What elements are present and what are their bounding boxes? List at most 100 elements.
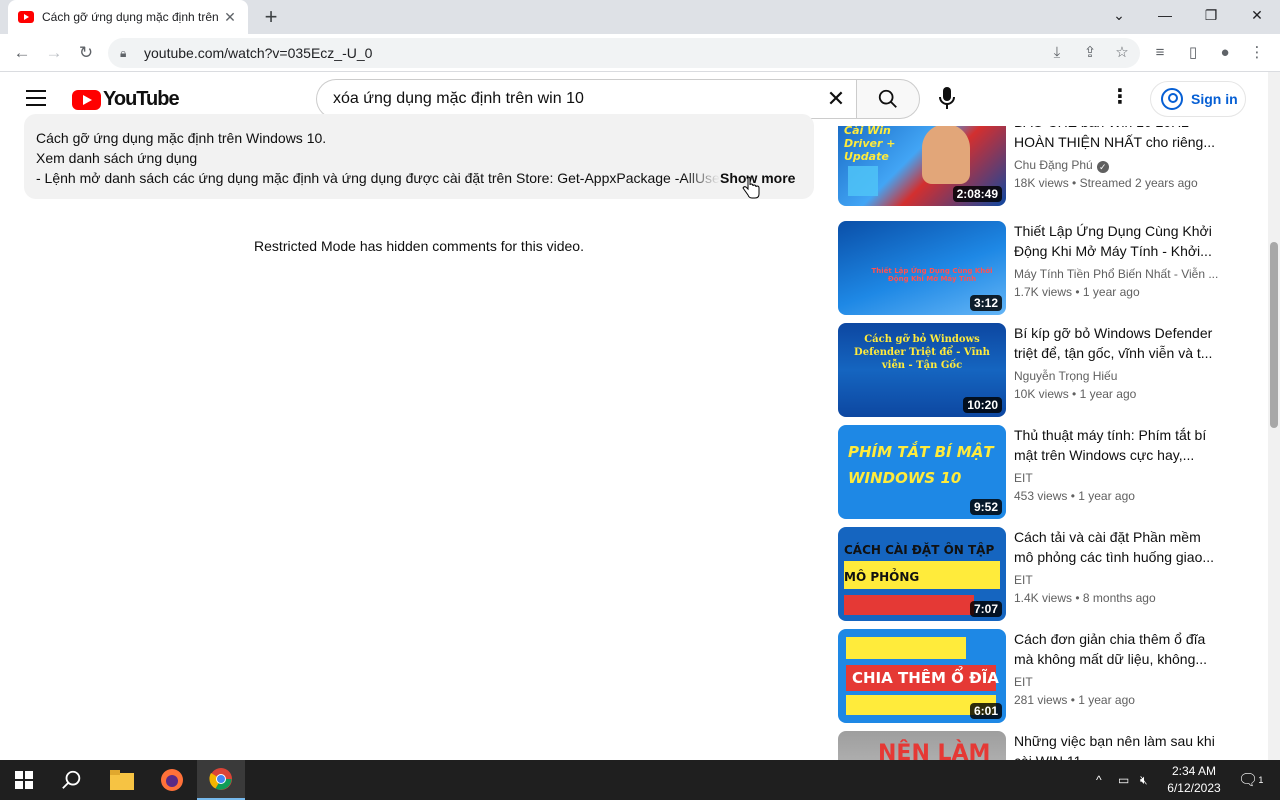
video-stats: 18K views • Streamed 2 years ago bbox=[1014, 176, 1198, 190]
video-description[interactable]: Cách gỡ ứng dụng mặc định trên Windows 1… bbox=[24, 114, 814, 199]
reload-button[interactable]: ↻ bbox=[72, 39, 100, 67]
share-icon[interactable]: ⇪ bbox=[1077, 40, 1103, 66]
description-line: Cách gỡ ứng dụng mặc định trên Windows 1… bbox=[36, 130, 327, 146]
system-clock[interactable]: 2:34 AM 6/12/2023 bbox=[1156, 763, 1232, 797]
close-window-button[interactable]: ✕ bbox=[1234, 0, 1280, 30]
related-video[interactable]: PHÍM TẮT BÍ MẬT WINDOWS 10 9:52 Thủ thuậ… bbox=[838, 425, 1218, 519]
forward-button[interactable]: → bbox=[40, 39, 68, 67]
related-video[interactable]: CHIA THÊM Ổ ĐĨA 6:01 Cách đơn giản chia … bbox=[838, 629, 1218, 723]
channel-name[interactable]: Nguyễn Trọng Hiếu bbox=[1014, 367, 1218, 385]
youtube-logo[interactable]: YouTube bbox=[72, 88, 180, 111]
video-thumbnail[interactable]: Thiết Lập Ứng Dụng Cùng Khởi Động Khi Mở… bbox=[838, 221, 1006, 315]
side-panel-icon[interactable]: ▯ bbox=[1180, 40, 1206, 66]
search-icon bbox=[62, 770, 81, 789]
browser-menu-icon[interactable]: ⋮ bbox=[1244, 40, 1270, 66]
related-video[interactable]: NÊN LÀM Những việc bạn nên làm sau khi c… bbox=[838, 731, 1218, 760]
video-thumbnail[interactable]: CHIA THÊM Ổ ĐĨA 6:01 bbox=[838, 629, 1006, 723]
browser-tab[interactable]: Cách gỡ ứng dụng mặc định trên ✕ bbox=[8, 0, 248, 34]
minimize-button[interactable]: — bbox=[1142, 0, 1188, 30]
video-meta: Cách tải và cài đặt Phần mềm mô phỏng cá… bbox=[1014, 527, 1218, 607]
tab-search-icon[interactable]: ⌄ bbox=[1096, 0, 1142, 30]
video-title[interactable]: Thủ thuật máy tính: Phím tắt bí mật trên… bbox=[1014, 425, 1218, 465]
search-bar: xóa ứng dụng mặc định trên win 10 ✕ bbox=[316, 79, 920, 119]
view-count: 18K views bbox=[1014, 176, 1069, 190]
video-title[interactable]: Những việc bạn nên làm sau khi cài WIN 1… bbox=[1014, 731, 1218, 760]
file-explorer-button[interactable] bbox=[98, 760, 146, 800]
notification-center-icon[interactable]: 🗨︎ 1 bbox=[1238, 760, 1263, 800]
chrome-button[interactable] bbox=[197, 760, 245, 800]
browser-toolbar: ← → ↻ 🔒︎ youtube.com/watch?v=035Ecz_-U_0… bbox=[0, 34, 1280, 72]
channel-name-text: Chu Đặng Phú bbox=[1014, 158, 1093, 172]
thumbnail-text: CÁCH CÀI ĐẶT ÔN TẬP MÔ PHỎNG bbox=[844, 543, 995, 584]
notification-count: 1 bbox=[1258, 775, 1264, 785]
sign-in-button[interactable]: Sign in bbox=[1150, 81, 1246, 117]
youtube-favicon-icon bbox=[18, 11, 34, 23]
video-thumbnail[interactable]: Cài Win Driver + Update 2:08:49 bbox=[838, 126, 1006, 206]
address-bar[interactable]: 🔒︎ youtube.com/watch?v=035Ecz_-U_0 bbox=[108, 38, 1140, 68]
channel-name[interactable]: EIT bbox=[1014, 571, 1218, 589]
search-input[interactable]: xóa ứng dụng mặc định trên win 10 ✕ bbox=[316, 79, 856, 119]
video-meta: Thủ thuật máy tính: Phím tắt bí mật trên… bbox=[1014, 425, 1218, 505]
related-video[interactable]: Thiết Lập Ứng Dụng Cùng Khởi Động Khi Mở… bbox=[838, 221, 1218, 315]
thumbnail-text: NÊN LÀM bbox=[878, 741, 991, 760]
tab-title: Cách gỡ ứng dụng mặc định trên bbox=[42, 10, 219, 24]
related-videos: Cài Win Driver + Update 2:08:49 BÁO CHẾ … bbox=[838, 126, 1218, 760]
bookmark-star-icon[interactable]: ☆ bbox=[1109, 40, 1135, 66]
description-fade bbox=[684, 168, 720, 188]
firefox-icon bbox=[161, 769, 183, 791]
url-text: youtube.com/watch?v=035Ecz_-U_0 bbox=[144, 45, 373, 61]
menu-icon[interactable] bbox=[26, 90, 46, 106]
video-duration: 7:07 bbox=[969, 601, 1002, 617]
thumbnail-text: CHIA THÊM Ổ ĐĨA bbox=[852, 669, 999, 687]
new-tab-button[interactable]: + bbox=[258, 4, 284, 30]
thumbnail-text: Cài Win Driver + Update bbox=[844, 126, 896, 163]
video-title[interactable]: Cách đơn giản chia thêm ổ đĩa mà không m… bbox=[1014, 629, 1218, 669]
presenter-face bbox=[922, 126, 970, 184]
network-icon[interactable]: ▭ bbox=[1118, 760, 1129, 800]
video-stats: 453 views • 1 year ago bbox=[1014, 489, 1135, 503]
show-hidden-icons[interactable]: ^ bbox=[1096, 760, 1102, 800]
related-video[interactable]: Cách gỡ bỏ Windows Defender Triệt để - V… bbox=[838, 323, 1218, 417]
thumbnail-text: Thiết Lập Ứng Dụng Cùng Khởi Động Khi Mở… bbox=[871, 267, 993, 283]
video-title[interactable]: BÁO CHẾ bản Win 10 20H2 HOÀN THIỆN NHẤT … bbox=[1014, 126, 1218, 152]
settings-more-icon[interactable]: ⋮ bbox=[1108, 86, 1132, 110]
firefox-button[interactable] bbox=[148, 760, 196, 800]
windows-taskbar: ^ ▭ 🔇︎ 2:34 AM 6/12/2023 🗨︎ 1 bbox=[0, 760, 1280, 800]
youtube-play-icon bbox=[72, 89, 101, 110]
install-app-icon[interactable]: ⤓ bbox=[1044, 40, 1070, 66]
scrollbar-thumb[interactable] bbox=[1270, 242, 1278, 428]
clock-date: 6/12/2023 bbox=[1167, 781, 1221, 795]
channel-name[interactable]: EIT bbox=[1014, 469, 1218, 487]
video-title[interactable]: Thiết Lập Ứng Dụng Cùng Khởi Động Khi Mở… bbox=[1014, 221, 1218, 261]
video-title[interactable]: Bí kíp gỡ bỏ Windows Defender triệt để, … bbox=[1014, 323, 1218, 363]
search-button[interactable] bbox=[856, 79, 920, 119]
channel-name[interactable]: Chu Đặng Phú ✓ bbox=[1014, 156, 1218, 174]
volume-muted-icon[interactable]: 🔇︎ bbox=[1140, 760, 1148, 800]
related-video[interactable]: CÁCH CÀI ĐẶT ÔN TẬP MÔ PHỎNG 7:07 Cách t… bbox=[838, 527, 1218, 621]
video-stats: 281 views • 1 year ago bbox=[1014, 693, 1135, 707]
video-thumbnail[interactable]: NÊN LÀM bbox=[838, 731, 1006, 760]
video-title[interactable]: Cách tải và cài đặt Phần mềm mô phỏng cá… bbox=[1014, 527, 1218, 567]
channel-name[interactable]: Máy Tính Tiền Phổ Biến Nhất - Viễn ... bbox=[1014, 265, 1218, 283]
thumbnail-text: PHÍM TẮT BÍ MẬT WINDOWS 10 bbox=[848, 443, 994, 487]
video-meta: Bí kíp gỡ bỏ Windows Defender triệt để, … bbox=[1014, 323, 1218, 403]
video-thumbnail[interactable]: PHÍM TẮT BÍ MẬT WINDOWS 10 9:52 bbox=[838, 425, 1006, 519]
voice-search-button[interactable] bbox=[932, 84, 962, 114]
restore-button[interactable]: ❐ bbox=[1188, 0, 1234, 30]
clear-search-icon[interactable]: ✕ bbox=[816, 86, 856, 112]
profile-icon[interactable]: ● bbox=[1212, 40, 1238, 66]
tab-close-icon[interactable]: ✕ bbox=[222, 9, 238, 26]
video-thumbnail[interactable]: CÁCH CÀI ĐẶT ÔN TẬP MÔ PHỎNG 7:07 bbox=[838, 527, 1006, 621]
channel-name[interactable]: EIT bbox=[1014, 673, 1218, 691]
video-duration: 10:20 bbox=[963, 397, 1002, 413]
video-thumbnail[interactable]: Cách gỡ bỏ Windows Defender Triệt để - V… bbox=[838, 323, 1006, 417]
media-control-icon[interactable]: ≡ bbox=[1147, 40, 1173, 66]
taskbar-search-button[interactable] bbox=[48, 760, 96, 800]
video-duration: 3:12 bbox=[969, 295, 1002, 311]
lock-icon: 🔒︎ bbox=[120, 46, 127, 60]
related-video[interactable]: Cài Win Driver + Update 2:08:49 BÁO CHẾ … bbox=[838, 126, 1218, 206]
start-button[interactable] bbox=[0, 760, 48, 800]
video-age: 1 year ago bbox=[1079, 387, 1137, 401]
back-button[interactable]: ← bbox=[8, 39, 36, 67]
video-meta: BÁO CHẾ bản Win 10 20H2 HOÀN THIỆN NHẤT … bbox=[1014, 126, 1218, 192]
